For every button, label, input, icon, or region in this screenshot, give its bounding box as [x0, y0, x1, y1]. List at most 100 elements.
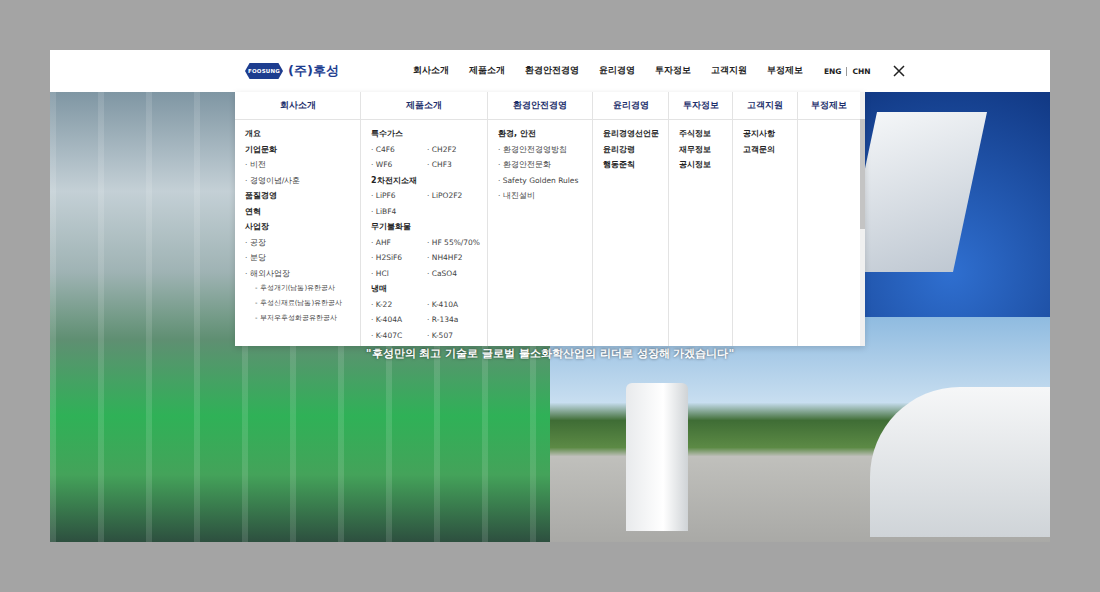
- menu-sub-item[interactable]: · LiPO2F2: [427, 188, 481, 204]
- top-bar: FOOSUNG (주)후성 회사소개 제품소개 환경안전경영 윤리경영 투자정보 고객지원 부정…: [50, 50, 1050, 92]
- language-separator: [846, 67, 847, 76]
- menu-column-body: 환경, 안전· 환경안전경영방침· 환경안전문화· Safety Golden …: [488, 120, 592, 204]
- close-button[interactable]: [891, 63, 907, 79]
- menu-column-body: 개요기업문화· 비전· 경영이념/사훈품질경영연혁사업장· 공장· 분당· 해외…: [235, 120, 360, 326]
- logo[interactable]: FOOSUNG (주)후성: [245, 62, 339, 80]
- nav-item[interactable]: 투자정보: [655, 65, 691, 77]
- menu-column-body: 주식정보재무정보공시정보: [669, 120, 732, 173]
- menu-sub-item[interactable]: · WF6: [371, 157, 427, 173]
- menu-head-item[interactable]: 환경, 안전: [498, 126, 586, 142]
- menu-column: 윤리경영윤리경영선언문윤리강령행동준칙: [592, 92, 668, 346]
- menu-head-item[interactable]: 품질경영: [245, 188, 354, 204]
- site-frame: FOOSUNG(주)후성회사소개제품소개환경안전경영윤리경영투자정보고객지원부정…: [50, 50, 1050, 542]
- menu-column-title[interactable]: 투자정보: [669, 92, 732, 120]
- menu-column-title[interactable]: 고객지원: [733, 92, 797, 120]
- menu-sub-item[interactable]: · NH4HF2: [427, 250, 481, 266]
- close-icon: [893, 65, 905, 77]
- menu-grid: · LiPF6· LiPO2F2· LiBF4: [371, 188, 481, 219]
- logo-mark: FOOSUNG: [245, 63, 283, 79]
- menu-head-item[interactable]: 사업장: [245, 219, 354, 235]
- menu-head-item[interactable]: 윤리경영선언문: [603, 126, 662, 142]
- menu-sub-item[interactable]: · CHF3: [427, 157, 481, 173]
- menu-head-item[interactable]: 2차전지소재: [371, 173, 481, 189]
- menu-sub-item[interactable]: · 공장: [245, 235, 354, 251]
- menu-sub-item[interactable]: · K-410A: [427, 297, 481, 313]
- menu-column-title[interactable]: 환경안전경영: [488, 92, 592, 120]
- menu-column: 부정제보: [797, 92, 860, 346]
- menu-sub-item[interactable]: · HCl: [371, 266, 427, 282]
- menu-head-item[interactable]: 개요: [245, 126, 354, 142]
- menu-subsub-item[interactable]: - 후성개기(남통)유한공사: [245, 281, 354, 296]
- menu-sub-item[interactable]: · HF 55%/70%: [427, 235, 481, 251]
- main-nav: 회사소개 제품소개 환경안전경영 윤리경영 투자정보 고객지원 부정제보: [413, 65, 803, 77]
- menu-column: 제품소개특수가스· C4F6· CH2F2· WF6· CHF32차전지소재· …: [360, 92, 487, 346]
- menu-sub-item[interactable]: · CaSO4: [427, 266, 481, 282]
- menu-column-body: 특수가스· C4F6· CH2F2· WF6· CHF32차전지소재· LiPF…: [361, 120, 487, 343]
- menu-head-item[interactable]: 고객문의: [743, 142, 791, 158]
- nav-item[interactable]: 제품소개: [469, 65, 505, 77]
- nav-item[interactable]: 윤리경영: [599, 65, 635, 77]
- menu-sub-item[interactable]: · LiPF6: [371, 188, 427, 204]
- menu-column-body: 공지사항고객문의: [733, 120, 797, 157]
- menu-sub-item[interactable]: · H2SiF6: [371, 250, 427, 266]
- menu-grid: · AHF· HF 55%/70%· H2SiF6· NH4HF2· HCl· …: [371, 235, 481, 282]
- language-switch: ENG CHN: [824, 67, 871, 76]
- menu-sub-item[interactable]: · C4F6: [371, 142, 427, 158]
- menu-grid: · K-22· K-410A· K-404A· R-134a· K-407C· …: [371, 297, 481, 344]
- menu-column-title[interactable]: 제품소개: [361, 92, 487, 120]
- nav-item[interactable]: 부정제보: [767, 65, 803, 77]
- menu-sub-item[interactable]: · LiBF4: [371, 204, 427, 220]
- menu-column-title[interactable]: 윤리경영: [593, 92, 668, 120]
- menu-sub-item[interactable]: · K-507: [427, 328, 481, 344]
- mega-menu: 회사소개개요기업문화· 비전· 경영이념/사훈품질경영연혁사업장· 공장· 분당…: [235, 92, 865, 346]
- menu-head-item[interactable]: 연혁: [245, 204, 354, 220]
- menu-head-item[interactable]: 행동준칙: [603, 157, 662, 173]
- menu-sub-item[interactable]: · 해외사업장: [245, 266, 354, 282]
- menu-column-body: 윤리경영선언문윤리강령행동준칙: [593, 120, 668, 173]
- nav-item[interactable]: 고객지원: [711, 65, 747, 77]
- menu-column: 투자정보주식정보재무정보공시정보: [668, 92, 732, 346]
- menu-sub-item[interactable]: · Safety Golden Rules: [498, 173, 586, 189]
- menu-sub-item[interactable]: · 환경안전경영방침: [498, 142, 586, 158]
- menu-sub-item[interactable]: · 분당: [245, 250, 354, 266]
- menu-sub-item[interactable]: · K-407C: [371, 328, 427, 344]
- menu-sub-item[interactable]: · 내진설비: [498, 188, 586, 204]
- hero-quote: "후성만의 최고 기술로 글로벌 불소화학산업의 리더로 성장해 가겠습니다": [50, 346, 1050, 361]
- menu-head-item[interactable]: 기업문화: [245, 142, 354, 158]
- menu-sub-item[interactable]: · AHF: [371, 235, 427, 251]
- menu-column-title[interactable]: 회사소개: [235, 92, 360, 120]
- nav-item[interactable]: 환경안전경영: [525, 65, 579, 77]
- menu-head-item[interactable]: 무기불화물: [371, 219, 481, 235]
- menu-head-item[interactable]: 재무정보: [679, 142, 726, 158]
- menu-column-body: [798, 120, 860, 126]
- menu-sub-item[interactable]: · R-134a: [427, 312, 481, 328]
- page: FOOSUNG(주)후성회사소개제품소개환경안전경영윤리경영투자정보고객지원부정…: [0, 0, 1100, 592]
- menu-head-item[interactable]: 주식정보: [679, 126, 726, 142]
- language-option[interactable]: CHN: [852, 67, 870, 76]
- menu-column: 환경안전경영환경, 안전· 환경안전경영방침· 환경안전문화· Safety G…: [487, 92, 592, 346]
- nav-item[interactable]: 회사소개: [413, 65, 449, 77]
- menu-sub-item[interactable]: · K-404A: [371, 312, 427, 328]
- menu-head-item[interactable]: 공시정보: [679, 157, 726, 173]
- menu-head-item[interactable]: 윤리강령: [603, 142, 662, 158]
- menu-head-item[interactable]: 공지사항: [743, 126, 791, 142]
- menu-subsub-item[interactable]: - 후성신재료(남통)유한공사: [245, 296, 354, 311]
- menu-column: 고객지원공지사항고객문의: [732, 92, 797, 346]
- menu-sub-item[interactable]: · 환경안전문화: [498, 157, 586, 173]
- menu-sub-item[interactable]: · 경영이념/사훈: [245, 173, 354, 189]
- menu-column-title[interactable]: 부정제보: [798, 92, 860, 120]
- language-option[interactable]: ENG: [824, 67, 842, 76]
- menu-head-item[interactable]: 특수가스: [371, 126, 481, 142]
- menu-column: 회사소개개요기업문화· 비전· 경영이념/사훈품질경영연혁사업장· 공장· 분당…: [235, 92, 360, 346]
- menu-head-item[interactable]: 냉매: [371, 281, 481, 297]
- car-shape: [870, 387, 1050, 537]
- menu-sub-item[interactable]: · K-22: [371, 297, 427, 313]
- menu-grid: · C4F6· CH2F2· WF6· CHF3: [371, 142, 481, 173]
- logo-text: (주)후성: [288, 62, 339, 80]
- scrollbar[interactable]: [860, 92, 865, 346]
- menu-sub-item[interactable]: · 비전: [245, 157, 354, 173]
- charger-shape: [626, 383, 688, 531]
- menu-sub-item[interactable]: · CH2F2: [427, 142, 481, 158]
- menu-subsub-item[interactable]: - 부저우후성화공유한공사: [245, 311, 354, 326]
- scrollbar-thumb[interactable]: [860, 119, 865, 229]
